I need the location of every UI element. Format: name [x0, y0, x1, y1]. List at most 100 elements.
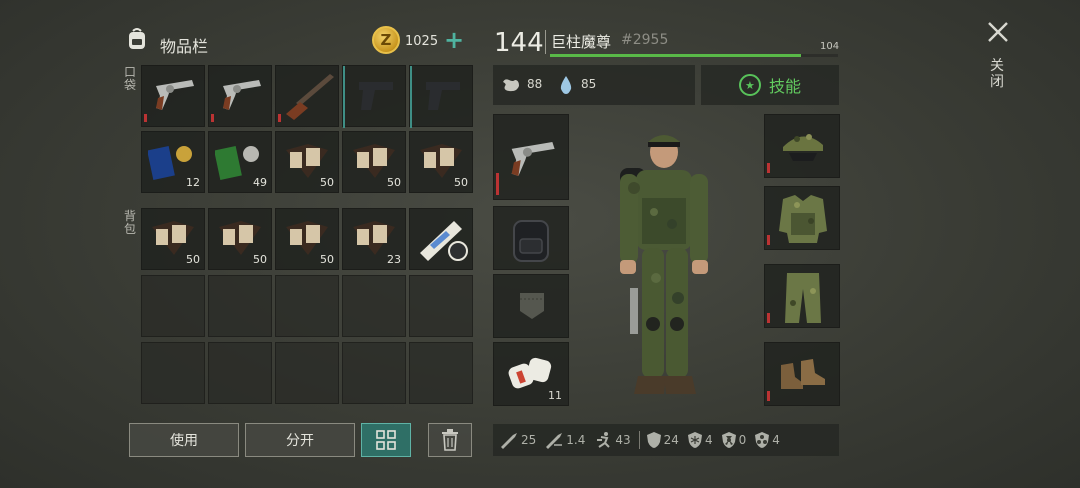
medkit-slot[interactable]: 11 [493, 342, 569, 406]
trash-icon [442, 429, 458, 451]
slot-quantity: 50 [253, 253, 267, 266]
head-slot[interactable] [764, 114, 840, 178]
pocket-slot-equip[interactable] [493, 274, 569, 338]
character-model [620, 135, 708, 394]
star-icon: ★ [738, 74, 761, 96]
backpack-icon [124, 26, 150, 52]
armor-icon [646, 432, 661, 448]
xp-value: 104 [820, 41, 840, 52]
backpack-slot-2[interactable]: 50 [208, 208, 272, 270]
pocket-slot-8[interactable]: 50 [275, 131, 339, 193]
pocket-section-label: 口袋 [124, 65, 137, 92]
backpack-slot-4[interactable]: 23 [342, 208, 406, 270]
radiation-resist-stat: 0 [721, 431, 746, 449]
armor-vest-icon [779, 195, 827, 243]
slot-quantity: 50 [186, 253, 200, 266]
radiation-resist-icon [721, 432, 736, 448]
sort-grid-button[interactable] [361, 423, 411, 457]
attack-speed-icon [546, 433, 563, 449]
backpack-slot-10[interactable] [409, 275, 473, 337]
armor-stat: 24 [646, 431, 679, 449]
ledger-book-icon [286, 221, 328, 255]
stat-value: 43 [615, 433, 631, 447]
coin-icon: Z [372, 26, 400, 54]
badge-book-icon [148, 146, 192, 180]
close-icon [988, 22, 1008, 42]
ledger-book-icon [219, 221, 261, 255]
pocket-slot-7[interactable]: 49 [208, 131, 272, 193]
close-button[interactable] [986, 20, 1010, 44]
backpack-slot-7[interactable] [208, 275, 272, 337]
ledger-book-icon [420, 144, 462, 178]
pocket-slot-6[interactable]: 12 [141, 131, 205, 193]
divider [545, 30, 546, 54]
water-drop-icon [560, 76, 572, 94]
add-coins-button[interactable]: + [444, 27, 464, 53]
backpack-slot-5[interactable] [409, 208, 473, 270]
backpack-slot-12[interactable] [208, 342, 272, 404]
revolver-icon [511, 142, 555, 176]
backpack-slot-11[interactable] [141, 342, 205, 404]
pocket-slot-4[interactable] [342, 65, 406, 128]
bandage-icon [508, 357, 552, 389]
legs-slot[interactable] [764, 264, 840, 328]
coin-count: 1025 [405, 34, 439, 49]
weapon-slot[interactable] [493, 114, 569, 200]
delete-button[interactable] [428, 423, 472, 457]
stat-value: 1.4 [566, 433, 586, 447]
slot-quantity: 50 [454, 176, 468, 189]
backpack-slot-3[interactable]: 50 [275, 208, 339, 270]
split-button[interactable]: 分开 [245, 423, 355, 457]
slot-quantity: 23 [387, 253, 401, 266]
ledger-book-icon [152, 221, 194, 255]
pistol-icon [426, 82, 460, 110]
pocket-icon [520, 293, 544, 319]
backpack-slot-14[interactable] [342, 342, 406, 404]
stat-value: 4 [772, 433, 780, 447]
backpack-slot-equip[interactable] [493, 206, 569, 270]
thirst-value: 85 [581, 77, 597, 91]
backpack-slot-8[interactable] [275, 275, 339, 337]
skills-button[interactable]: ★ 技能 [701, 65, 839, 105]
shotgun-icon [286, 74, 334, 120]
hunger-value: 88 [527, 77, 543, 91]
pocket-slot-10[interactable]: 50 [409, 131, 473, 193]
body-slot[interactable] [764, 186, 840, 250]
revolver-icon [223, 80, 261, 110]
attack-speed-stat: 1.4 [544, 431, 585, 449]
backpack-slot-6[interactable] [141, 275, 205, 337]
boots-icon [781, 359, 825, 389]
character-name: 巨柱魔尊 [551, 33, 612, 51]
pocket-slot-2[interactable] [208, 65, 272, 127]
cold-resist-stat: 4 [687, 431, 713, 449]
sprint-icon [597, 432, 611, 448]
backpack-section-label: 背包 [124, 209, 137, 236]
character-id: #2955 [621, 32, 669, 48]
pocket-slot-1[interactable] [141, 65, 205, 127]
slot-quantity: 50 [320, 176, 334, 189]
slot-quantity: 49 [253, 176, 267, 189]
backpack-slot-13[interactable] [275, 342, 339, 404]
knife-icon [501, 433, 517, 449]
ledger-book-icon [353, 221, 395, 255]
medkit-quantity: 11 [548, 389, 562, 402]
stat-value: 4 [704, 433, 713, 447]
pistol-icon [359, 82, 393, 110]
stats-bar: 25 1.4 43 24 4 0 4 [493, 424, 839, 456]
ledger-book-icon [353, 144, 395, 178]
pocket-slot-9[interactable]: 50 [342, 131, 406, 193]
melee-damage-stat: 25 [499, 431, 536, 449]
xp-bar-fill [550, 54, 801, 57]
pocket-slot-5[interactable] [409, 65, 473, 128]
backpack-slot-15[interactable] [409, 342, 473, 404]
backpack-slot-1[interactable]: 50 [141, 208, 205, 270]
use-button[interactable]: 使用 [129, 423, 239, 457]
pocket-slot-3[interactable] [275, 65, 339, 127]
feet-slot[interactable] [764, 342, 840, 406]
stat-value: 25 [521, 433, 537, 447]
close-label[interactable]: 关闭 [990, 58, 1006, 90]
backpack-slot-9[interactable] [342, 275, 406, 337]
grid-icon [376, 430, 396, 450]
ledger-book-icon [286, 144, 328, 178]
skills-label: 技能 [768, 77, 801, 96]
